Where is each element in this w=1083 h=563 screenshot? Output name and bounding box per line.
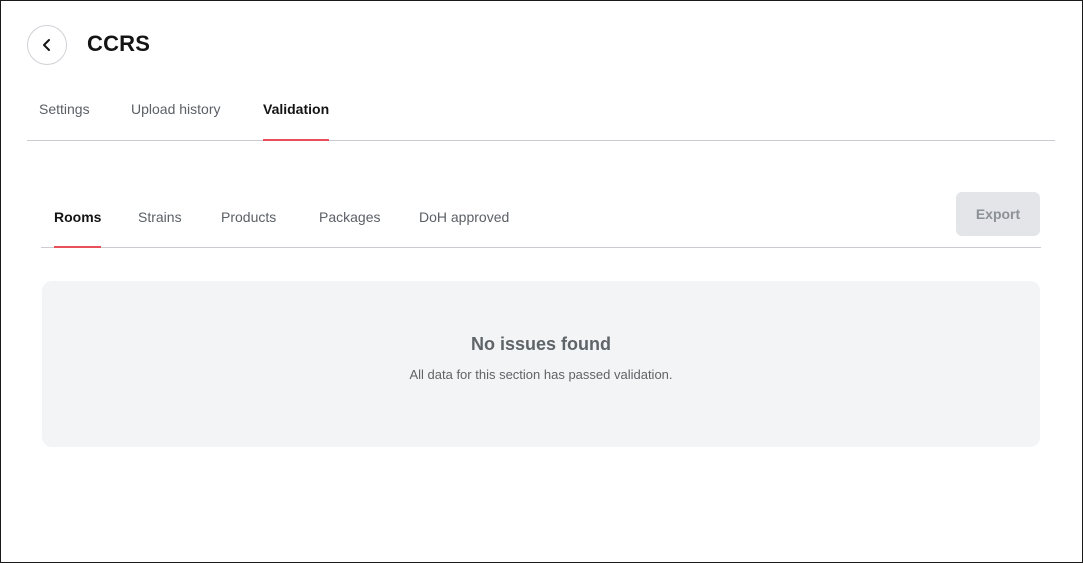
subtab-products[interactable]: Products: [221, 209, 276, 247]
subtab-strains[interactable]: Strains: [138, 209, 182, 247]
empty-state-panel: No issues found All data for this sectio…: [42, 281, 1040, 447]
chevron-left-icon: [43, 39, 50, 51]
tab-settings[interactable]: Settings: [39, 101, 90, 140]
export-button[interactable]: Export: [956, 192, 1040, 236]
empty-state-description: All data for this section has passed val…: [409, 367, 673, 382]
page-title: CCRS: [87, 31, 151, 56]
back-button[interactable]: [27, 25, 67, 65]
tab-validation[interactable]: Validation: [263, 101, 330, 141]
subtab-doh-approved[interactable]: DoH approved: [419, 209, 509, 247]
tab-upload-history[interactable]: Upload history: [131, 101, 221, 140]
subtab-packages[interactable]: Packages: [319, 209, 380, 247]
window-frame: CCRS Settings Upload history Validation …: [0, 0, 1083, 563]
validation-section-tabs: Rooms Strains Products Packages DoH appr…: [41, 201, 1041, 248]
top-tab-bar: Settings Upload history Validation: [27, 97, 1055, 141]
subtab-rooms[interactable]: Rooms: [54, 209, 102, 248]
empty-state-title: No issues found: [470, 334, 611, 354]
